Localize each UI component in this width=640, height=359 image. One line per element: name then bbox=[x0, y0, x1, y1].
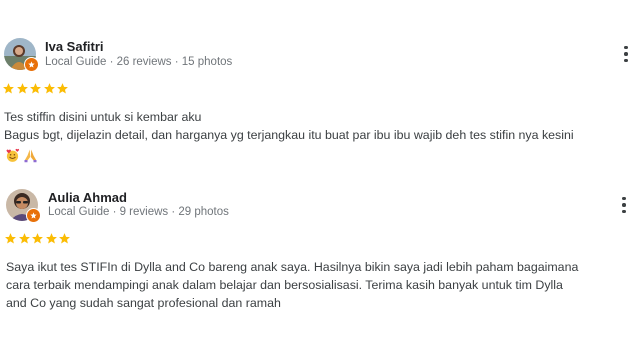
avatar[interactable] bbox=[6, 189, 41, 223]
review-card: Iva Safitri Local Guide · 26 reviews · 1… bbox=[0, 0, 640, 180]
face-with-hearts-icon bbox=[6, 148, 20, 162]
review-text-line: Tes stiffin disini untuk si kembar aku bbox=[4, 110, 202, 124]
more-options-icon[interactable] bbox=[616, 194, 632, 216]
reviewer-name[interactable]: Iva Safitri bbox=[45, 39, 104, 54]
local-guide-badge-icon bbox=[26, 208, 41, 223]
star-icon bbox=[30, 83, 41, 94]
star-icon bbox=[43, 83, 55, 94]
review-text-line: Bagus bgt, dijelazin detail, dan hargany… bbox=[4, 128, 574, 142]
review-card: Aulia Ahmad Local Guide · 9 reviews · 29… bbox=[0, 180, 640, 359]
more-options-icon[interactable] bbox=[618, 43, 634, 65]
reviewer-meta[interactable]: Local Guide · 9 reviews · 29 photos bbox=[48, 206, 229, 218]
review-text-line: Saya ikut tes STIFIn di Dylla and Co bar… bbox=[6, 260, 579, 274]
folded-hands-icon bbox=[24, 149, 37, 163]
star-icon bbox=[5, 233, 16, 244]
reviewer-name[interactable]: Aulia Ahmad bbox=[48, 190, 127, 205]
local-guide-badge-icon bbox=[24, 57, 39, 72]
star-icon bbox=[59, 233, 70, 244]
star-icon bbox=[16, 83, 28, 94]
star-icon bbox=[3, 83, 14, 94]
review-text-line: cara terbaik mendampingi anak dalam bela… bbox=[6, 278, 563, 292]
star-icon bbox=[32, 233, 43, 244]
review-emojis bbox=[5, 148, 38, 163]
star-icon bbox=[18, 233, 30, 244]
star-rating bbox=[2, 82, 69, 95]
avatar[interactable] bbox=[4, 38, 39, 72]
reviewer-meta[interactable]: Local Guide · 26 reviews · 15 photos bbox=[45, 56, 232, 68]
star-icon bbox=[45, 233, 57, 244]
star-rating bbox=[4, 232, 71, 245]
star-icon bbox=[57, 83, 68, 94]
review-text-line: and Co yang sudah sangat profesional dan… bbox=[6, 296, 281, 310]
